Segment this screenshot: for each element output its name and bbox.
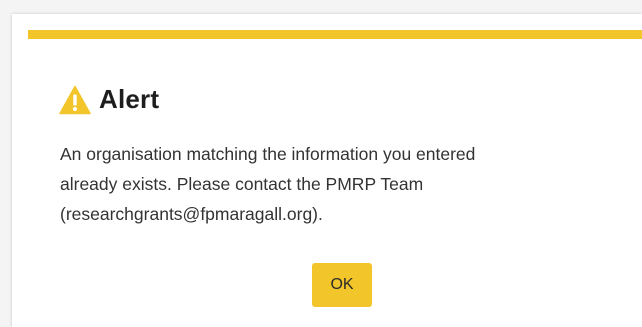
- dialog-header: Alert: [59, 84, 159, 115]
- warning-triangle-icon: [59, 85, 91, 114]
- dialog-message: An organisation matching the information…: [60, 139, 600, 229]
- dialog-title: Alert: [99, 84, 160, 114]
- page-background: Alert An organisation matching the infor…: [0, 0, 642, 327]
- message-line: An organisation matching the information…: [60, 144, 476, 164]
- alert-dialog: Alert An organisation matching the infor…: [12, 14, 642, 327]
- ok-button[interactable]: OK: [312, 263, 372, 307]
- message-line: (researchgrants@fpmaragall.org).: [60, 204, 323, 224]
- accent-bar: [28, 30, 642, 39]
- message-line: already exists. Please contact the PMRP …: [60, 174, 424, 194]
